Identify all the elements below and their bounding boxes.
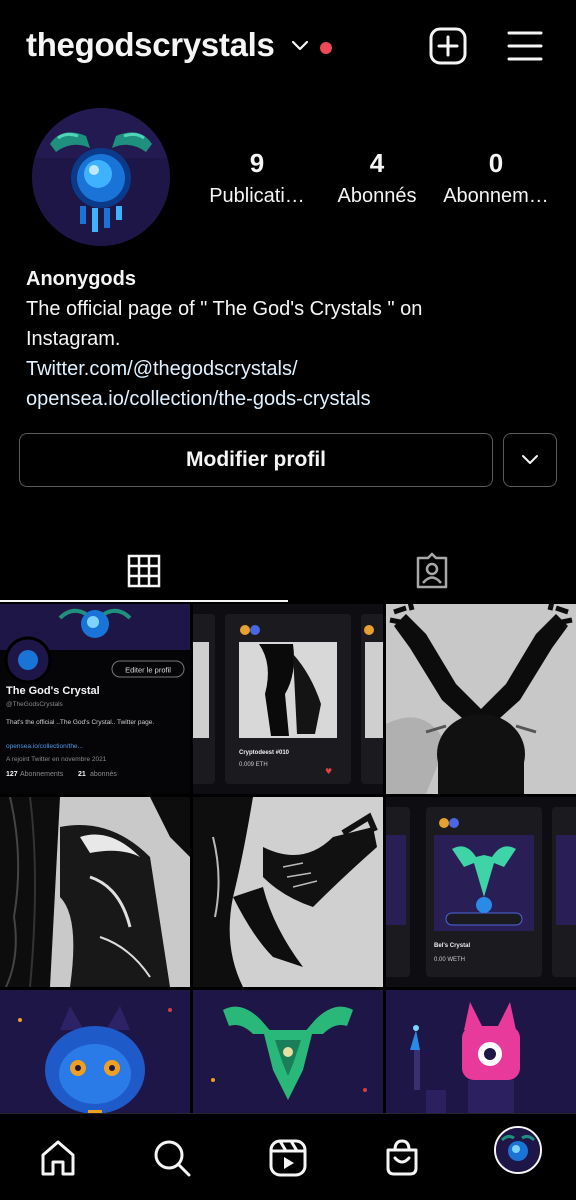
post-card-price: 0.009 ETH — [239, 762, 268, 768]
post-following-label: Abonnements — [20, 771, 64, 778]
post-following-count: 127 — [6, 771, 18, 778]
stat-value: 9 — [249, 148, 265, 178]
opensea-link[interactable]: opensea.io/collection/the-gods-crystals — [26, 384, 556, 414]
post-thumbnail-green-horns[interactable] — [193, 990, 383, 1114]
create-post-icon[interactable] — [428, 26, 468, 66]
search-icon — [154, 1140, 191, 1177]
post-profile-link: opensea.io/collection/the... — [6, 743, 83, 750]
svg-text:♥: ♥ — [325, 767, 332, 776]
post-thumbnail-crossed-arms[interactable] — [386, 604, 576, 794]
nav-reels[interactable] — [266, 1136, 310, 1180]
shop-icon — [386, 1139, 418, 1176]
notification-dot — [320, 42, 332, 54]
tab-tagged[interactable] — [288, 540, 576, 602]
reels-icon — [269, 1139, 307, 1177]
following-count[interactable]: 0 Abonnem… — [437, 148, 555, 210]
post-card-price: 0.00 WETH — [434, 957, 465, 963]
stat-label: Abonnem… — [443, 185, 549, 207]
tab-posts-grid[interactable] — [0, 540, 288, 602]
post-edit-profile-label: Editer le profil — [125, 666, 171, 675]
post-thumbnail-boots[interactable] — [193, 797, 383, 987]
twitter-link[interactable]: Twitter.com/@thegodscrystals/ — [26, 354, 556, 384]
post-thumbnail-nft-cards[interactable]: Cryptodeest #010 0.009 ETH ♥ — [193, 604, 383, 794]
post-followers-label: abonnés — [90, 771, 117, 778]
profile-bio: Anonygods The official page of " The God… — [26, 264, 556, 414]
chevron-down-icon — [522, 455, 538, 464]
profile-avatar[interactable] — [32, 108, 170, 246]
nav-profile-avatar[interactable] — [494, 1126, 542, 1174]
followers-count[interactable]: 4 Abonnés — [330, 148, 424, 210]
menu-icon[interactable] — [505, 26, 545, 66]
stat-value: 4 — [369, 148, 385, 178]
post-profile-bio: That's the official ..The God's Crystal.… — [6, 719, 154, 726]
suggestions-toggle-button[interactable] — [503, 433, 557, 487]
stat-label: Publicati… — [209, 185, 305, 207]
username-switcher[interactable]: thegodscrystals — [26, 26, 275, 64]
post-thumbnail-pink-creature[interactable] — [386, 990, 576, 1114]
posts-count[interactable]: 9 Publicati… — [198, 148, 316, 210]
home-icon — [41, 1140, 75, 1176]
post-card-title: Cryptodeest #010 — [239, 750, 290, 756]
posts-grid: Editer le profil The God's Crystal @TheG… — [0, 604, 576, 1114]
post-thumbnail-latex-figure[interactable] — [0, 797, 190, 987]
profile-header: thegodscrystals — [0, 0, 576, 92]
bottom-navigation — [0, 1113, 576, 1200]
grid-icon — [127, 554, 161, 588]
nav-home[interactable] — [36, 1136, 80, 1180]
post-thumbnail-nft-card[interactable]: Bel's Crystal 0.00 WETH — [386, 797, 576, 987]
post-followers-count: 21 — [78, 771, 86, 778]
post-profile-handle: @TheGodsCrystals — [6, 701, 64, 708]
nav-search[interactable] — [150, 1136, 194, 1180]
edit-profile-button[interactable]: Modifier profil — [19, 433, 493, 487]
stat-value: 0 — [488, 148, 504, 178]
post-profile-joined: A rejoint Twitter en novembre 2021 — [6, 756, 107, 763]
bio-text: The official page of " The God's Crystal… — [26, 298, 423, 320]
post-card-title: Bel's Crystal — [434, 943, 470, 949]
stat-label: Abonnés — [337, 185, 417, 207]
tagged-icon — [416, 552, 448, 589]
active-tab-indicator — [0, 600, 288, 602]
post-thumbnail-blue-creature[interactable] — [0, 990, 190, 1114]
chevron-down-icon[interactable] — [289, 38, 311, 54]
bio-text: Instagram. — [26, 328, 121, 350]
post-thumbnail-twitter-profile[interactable]: Editer le profil The God's Crystal @TheG… — [0, 604, 190, 794]
nav-shop[interactable] — [380, 1136, 424, 1180]
display-name: Anonygods — [26, 268, 136, 290]
post-profile-name: The God's Crystal — [6, 685, 100, 697]
